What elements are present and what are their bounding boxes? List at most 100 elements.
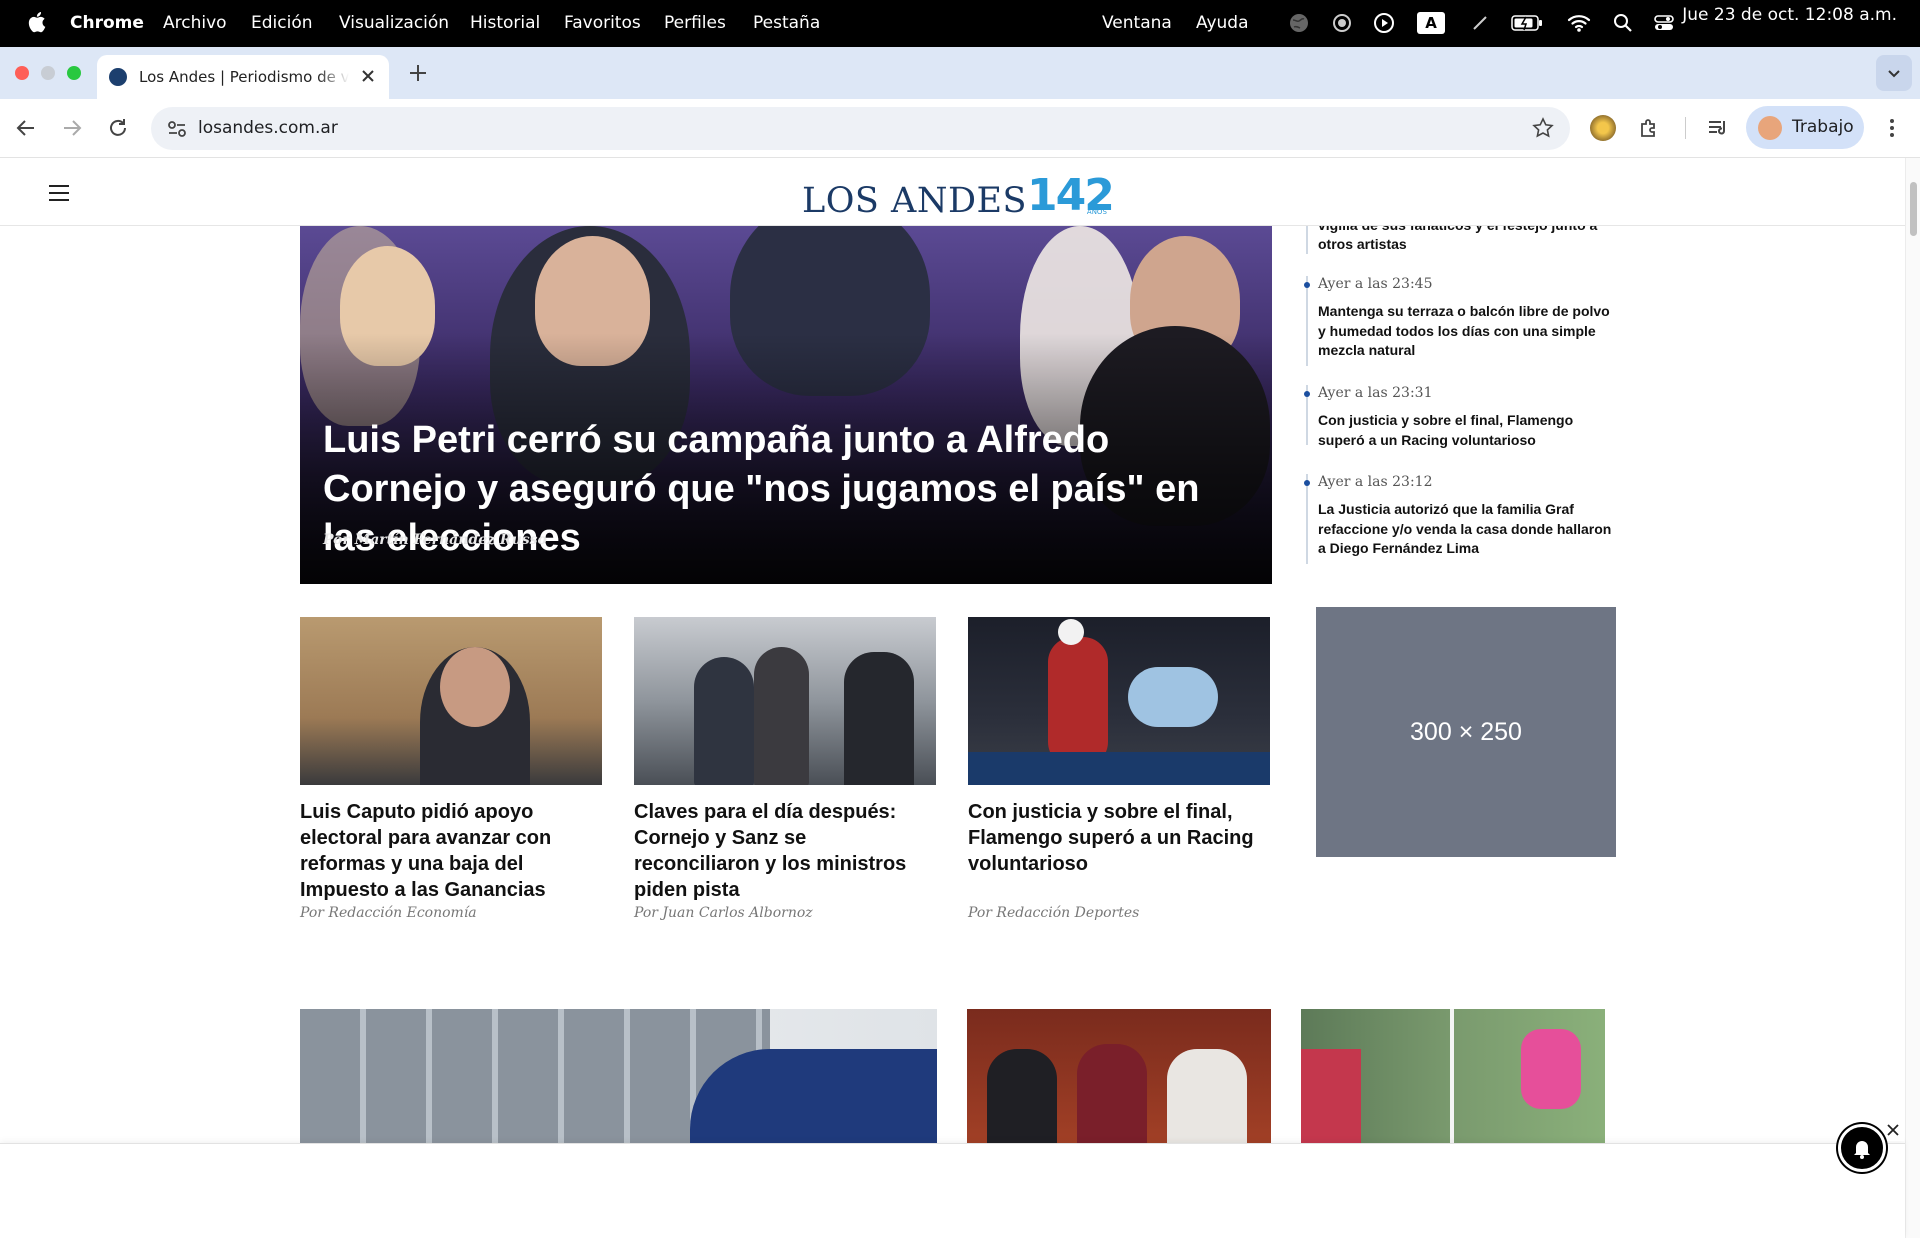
story-card[interactable]: Claves para el día después: Cornejo y Sa… — [634, 617, 936, 921]
spotlight-search-icon[interactable] — [1612, 10, 1634, 36]
story-image-figure — [694, 657, 754, 785]
menu-bar-clock[interactable]: Jue 23 de oct. 12:08 a.m. — [1682, 5, 1897, 25]
latest-item[interactable]: Ayer a las 23:12 La Justicia autorizó qu… — [1304, 474, 1616, 564]
story-image-figure — [1301, 1049, 1361, 1145]
latest-item[interactable]: Ayer a las 23:31 Con justicia y sobre el… — [1304, 385, 1616, 448]
hero-byline: Por Martín Fernández Russo — [323, 532, 547, 548]
story-image-figure — [1521, 1029, 1581, 1109]
story-image-face — [440, 647, 510, 727]
story-image-wide[interactable] — [300, 1009, 937, 1145]
toolbar-divider — [1685, 117, 1686, 139]
menu-historial[interactable]: Historial — [470, 13, 540, 33]
latest-item-headline[interactable]: Mantenga su terraza o balcón libre de po… — [1318, 302, 1616, 361]
story-image-figure — [754, 647, 809, 785]
notification-bell-button[interactable] — [1838, 1124, 1886, 1172]
extension-coin-icon[interactable] — [1590, 115, 1616, 141]
hero-story[interactable]: Luis Petri cerró su campaña junto a Alfr… — [300, 226, 1272, 584]
story-image-player — [1048, 637, 1108, 767]
forward-arrow-icon[interactable] — [60, 116, 84, 140]
pen-slash-icon[interactable] — [1468, 10, 1492, 36]
story-image-ball — [1058, 619, 1084, 645]
hamburger-menu-icon[interactable] — [49, 185, 69, 201]
menu-edicion[interactable]: Edición — [251, 13, 313, 33]
apple-logo-icon[interactable] — [26, 9, 46, 35]
logo-anniversary-suffix: AÑOS — [1086, 208, 1107, 216]
story-card-image[interactable] — [300, 617, 602, 785]
menu-archivo[interactable]: Archivo — [163, 13, 227, 33]
vpn-globe-icon[interactable] — [1287, 10, 1311, 36]
site-header: LOS ANDES142 AÑOS — [0, 158, 1905, 226]
story-card-headline[interactable]: Claves para el día después: Cornejo y Sa… — [634, 799, 936, 903]
url-text[interactable]: losandes.com.ar — [198, 118, 338, 138]
story-image-figure — [844, 652, 914, 785]
menu-perfiles[interactable]: Perfiles — [664, 13, 726, 33]
story-image-divider — [1450, 1009, 1454, 1145]
profile-label: Trabajo — [1792, 117, 1854, 137]
story-card-headline[interactable]: Luis Caputo pidió apoyo electoral para a… — [300, 799, 602, 903]
story-image-figure — [987, 1049, 1057, 1145]
battery-icon[interactable] — [1510, 10, 1544, 36]
profile-button[interactable]: Trabajo — [1746, 106, 1864, 149]
play-circle-icon[interactable] — [1372, 10, 1396, 36]
latest-item-headline[interactable]: Con justicia y sobre el final, Flamengo … — [1318, 411, 1616, 450]
new-tab-plus-icon[interactable] — [406, 61, 430, 85]
menu-ventana[interactable]: Ventana — [1102, 13, 1172, 33]
window-zoom-button[interactable] — [67, 66, 81, 80]
tab-close-icon[interactable] — [359, 67, 377, 85]
control-center-icon[interactable] — [1653, 10, 1675, 36]
chevron-down-icon — [1888, 70, 1900, 78]
story-image[interactable] — [1301, 1009, 1605, 1145]
menu-ayuda[interactable]: Ayuda — [1196, 13, 1249, 33]
story-card-image[interactable] — [634, 617, 936, 785]
ad-close-icon[interactable] — [1882, 1119, 1904, 1141]
story-image-banner — [968, 752, 1270, 785]
more-vertical-icon[interactable] — [1880, 116, 1904, 140]
browser-tab-strip: Los Andes | Periodismo de verdad — [0, 47, 1920, 99]
menu-app-name[interactable]: Chrome — [70, 13, 144, 33]
latest-item-time: Ayer a las 23:31 — [1318, 385, 1433, 401]
back-arrow-icon[interactable] — [14, 116, 38, 140]
story-card-headline[interactable]: Con justicia y sobre el final, Flamengo … — [968, 799, 1270, 877]
menu-favoritos[interactable]: Favoritos — [564, 13, 641, 33]
focus-icon[interactable] — [1330, 10, 1354, 36]
address-bar[interactable]: losandes.com.ar — [151, 107, 1570, 150]
macos-menu-bar: Chrome Archivo Edición Visualización His… — [0, 0, 1920, 47]
story-card-byline: Por Redacción Economía — [300, 905, 477, 921]
extensions-puzzle-icon[interactable] — [1637, 116, 1661, 140]
latest-item[interactable]: Ayer a las 23:45 Mantenga su terraza o b… — [1304, 276, 1616, 366]
menu-visualizacion[interactable]: Visualización — [339, 13, 449, 33]
ad-placeholder-300x250[interactable]: 300 × 250 — [1316, 607, 1616, 857]
story-card-byline: Por Redacción Deportes — [968, 905, 1140, 921]
page-scrollbar[interactable] — [1905, 158, 1920, 1238]
reading-list-icon[interactable] — [1706, 116, 1730, 140]
bell-icon — [1854, 1141, 1870, 1159]
story-card-image[interactable] — [968, 617, 1270, 785]
browser-tab-active[interactable]: Los Andes | Periodismo de verdad — [97, 55, 389, 99]
site-settings-icon[interactable] — [166, 118, 188, 140]
story-card[interactable]: Con justicia y sobre el final, Flamengo … — [968, 617, 1270, 921]
logo-wordmark: LOS ANDES — [802, 181, 1028, 221]
profile-avatar — [1758, 116, 1782, 140]
window-close-button[interactable] — [15, 66, 29, 80]
story-card[interactable]: Luis Caputo pidió apoyo electoral para a… — [300, 617, 602, 921]
tab-title: Los Andes | Periodismo de verdad — [139, 68, 349, 86]
latest-item-time: Ayer a las 23:12 — [1318, 474, 1433, 490]
story-image-backdrop — [300, 619, 320, 684]
latest-item-headline[interactable]: La Justicia autorizó que la familia Graf… — [1318, 500, 1616, 559]
tab-search-dropdown-button[interactable] — [1876, 55, 1912, 91]
ad-size-label: 300 × 250 — [1410, 717, 1522, 746]
bottom-sticky-ad[interactable] — [0, 1143, 1905, 1238]
browser-toolbar: losandes.com.ar Trabajo — [0, 99, 1920, 158]
story-image[interactable] — [967, 1009, 1271, 1145]
site-logo[interactable]: LOS ANDES142 AÑOS — [802, 170, 1115, 223]
page-content: Luis Petri cerró su campaña junto a Alfr… — [0, 158, 1905, 1238]
menu-pestana[interactable]: Pestaña — [753, 13, 820, 33]
reload-icon[interactable] — [106, 116, 130, 140]
window-minimize-button[interactable] — [41, 66, 55, 80]
site-favicon-icon — [109, 68, 127, 86]
bookmark-star-icon[interactable] — [1532, 117, 1554, 139]
wifi-icon[interactable] — [1566, 10, 1592, 36]
scrollbar-thumb[interactable] — [1910, 182, 1917, 236]
latest-item-time: Ayer a las 23:45 — [1318, 276, 1433, 292]
input-source-indicator[interactable]: A — [1417, 12, 1445, 34]
